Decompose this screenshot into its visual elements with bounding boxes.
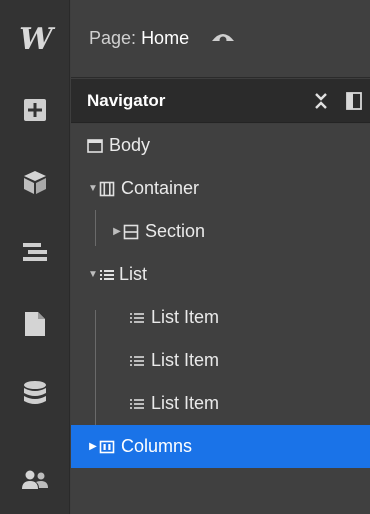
tree-node-label: List Item <box>151 393 220 413</box>
eye-icon[interactable] <box>211 30 235 48</box>
list-item-icon <box>130 312 144 323</box>
page-selector[interactable]: Page: Home <box>89 28 189 49</box>
dock-panel-icon[interactable] <box>346 92 362 110</box>
tree-node-label: List <box>119 264 148 284</box>
tree-node-label: List Item <box>151 307 220 327</box>
top-bar: Page: Home <box>71 0 370 78</box>
components-panel-button[interactable] <box>0 154 70 210</box>
cms-panel-button[interactable] <box>0 366 70 422</box>
cms-icon <box>24 381 46 404</box>
tree-node-label: Section <box>145 221 206 241</box>
navigator-icon <box>23 243 47 261</box>
tree-node-label: Columns <box>121 436 193 456</box>
tree-node-list-item-2[interactable]: List Item <box>71 339 370 382</box>
tree-node-list[interactable]: ▼ List <box>71 253 370 296</box>
left-toolbar: W <box>0 0 70 514</box>
tree-node-container[interactable]: ▼ Container <box>71 167 370 210</box>
list-item-icon <box>130 355 144 366</box>
collapse-all-icon[interactable] <box>314 92 328 110</box>
tree-node-columns[interactable]: ▶ Columns <box>71 425 370 468</box>
list-icon <box>100 269 114 280</box>
tree-node-body[interactable]: Body <box>71 124 370 167</box>
page-name: Home <box>141 28 190 48</box>
navigator-header: Navigator <box>71 79 370 123</box>
app-logo[interactable]: W <box>0 0 70 78</box>
navigator-tree: Body ▼ Container ▶ Section ▼ List List I… <box>71 124 370 514</box>
section-icon <box>123 224 139 239</box>
caret-down-icon[interactable]: ▼ <box>87 269 99 281</box>
tree-node-label: Container <box>121 178 200 198</box>
tree-node-section[interactable]: ▶ Section <box>71 210 370 253</box>
tree-node-label: Body <box>109 135 151 155</box>
navigator-panel-button[interactable] <box>0 224 70 280</box>
caret-right-icon[interactable]: ▶ <box>111 226 123 238</box>
caret-down-icon[interactable]: ▼ <box>87 183 99 195</box>
container-icon <box>99 181 115 196</box>
pages-icon <box>25 312 45 336</box>
users-icon <box>22 470 48 489</box>
tree-node-list-item-3[interactable]: List Item <box>71 382 370 425</box>
body-icon <box>87 138 103 153</box>
pages-panel-button[interactable] <box>0 296 70 352</box>
navigator-title: Navigator <box>87 90 166 110</box>
tree-node-label: List Item <box>151 350 220 370</box>
components-icon <box>24 171 46 194</box>
page-prefix: Page: <box>89 28 137 48</box>
caret-right-icon[interactable]: ▶ <box>87 441 99 453</box>
tree-node-list-item-1[interactable]: List Item <box>71 296 370 339</box>
list-item-icon <box>130 398 144 409</box>
add-panel-button[interactable] <box>0 82 70 138</box>
users-panel-button[interactable] <box>0 452 70 508</box>
add-icon <box>24 99 46 121</box>
columns-icon <box>99 440 115 453</box>
